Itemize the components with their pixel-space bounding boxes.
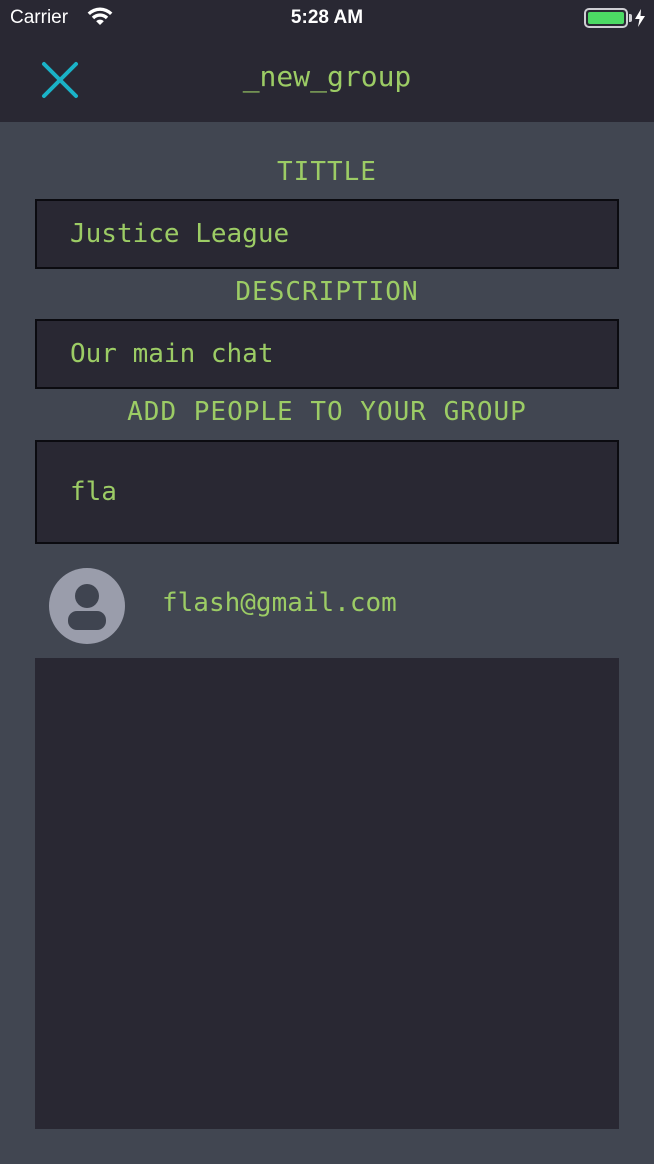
status-bar: Carrier 5:28 AM xyxy=(0,0,654,40)
user-avatar-icon xyxy=(49,568,125,644)
clock: 5:28 AM xyxy=(290,7,364,28)
title-label: TITTLE xyxy=(277,157,377,187)
battery-tip xyxy=(629,14,632,22)
user-result-row[interactable]: flash@gmail.com xyxy=(35,560,619,652)
charging-bolt-icon xyxy=(635,9,645,27)
description-label: DESCRIPTION xyxy=(235,277,419,307)
add-people-label: ADD PEOPLE TO YOUR GROUP xyxy=(127,397,527,427)
battery-level-fill xyxy=(588,12,624,24)
person-silhouette-icon xyxy=(68,584,106,630)
new-group-screen: Carrier 5:28 AM _new_group TITTLE DESCRI… xyxy=(0,0,654,1164)
people-search-input[interactable] xyxy=(35,440,619,544)
navigation-bar: _new_group xyxy=(0,40,654,122)
group-description-input[interactable] xyxy=(35,319,619,389)
battery-icon xyxy=(584,8,628,28)
group-title-input[interactable] xyxy=(35,199,619,269)
group-members-list xyxy=(35,658,619,1129)
user-email: flash@gmail.com xyxy=(162,588,397,618)
page-title: _new_group xyxy=(242,60,412,93)
